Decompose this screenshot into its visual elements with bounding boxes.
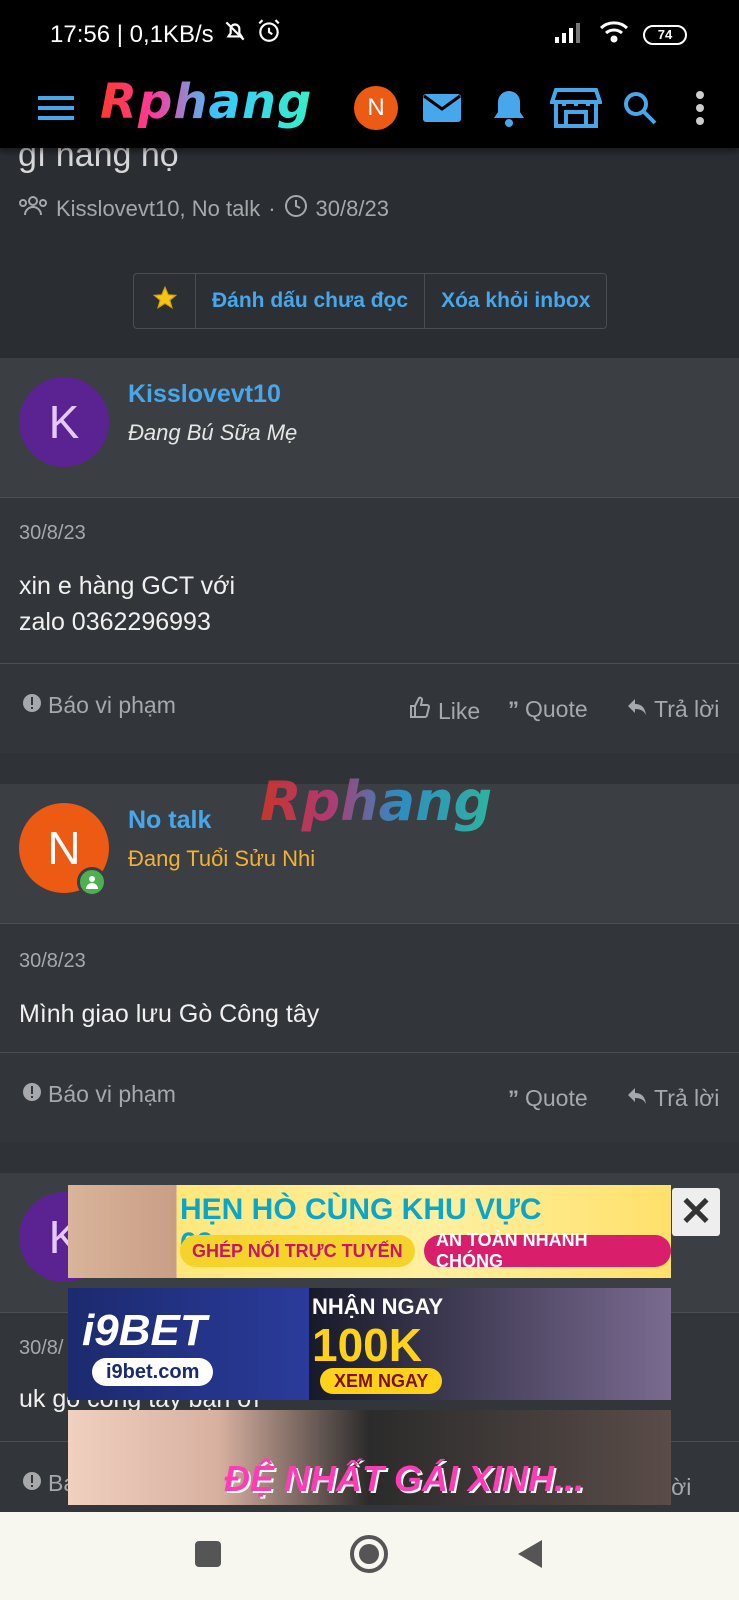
post-footer: Báo vi phạm ” Quote Trả lời	[0, 1052, 739, 1142]
alert-icon	[22, 692, 42, 719]
search-icon[interactable]	[612, 80, 668, 136]
site-logo[interactable]: Rphang	[100, 74, 312, 130]
reply-icon	[626, 1085, 648, 1112]
post-date[interactable]: 30/8/23	[19, 522, 86, 545]
ad-cta: XEM NGAY	[320, 1368, 443, 1394]
ad-banner-dating[interactable]: HẸN HÒ CÙNG KHU VỰC 69xxoo.cc GHÉP NỐI T…	[68, 1185, 671, 1278]
clock-icon	[284, 194, 308, 224]
mail-icon[interactable]	[414, 80, 470, 136]
thread-date: 30/8/23	[315, 196, 389, 221]
system-nav-bar	[0, 1512, 739, 1600]
watermark-logo: Rphang	[260, 770, 493, 833]
bell-icon[interactable]	[481, 80, 537, 136]
post-body: xin e hàng GCT với zalo 0362296993	[19, 572, 236, 636]
ad-pill: GHÉP NỐI TRỰC TUYẾN	[180, 1235, 415, 1267]
report-button[interactable]: Báo vi phạm	[22, 1081, 176, 1108]
signal-icon	[553, 21, 585, 48]
back-triangle-icon	[516, 1538, 544, 1575]
square-icon	[194, 1540, 222, 1573]
message-post: N No talk Đang Tuổi Sửu Nhi 30/8/23 Mình…	[0, 784, 739, 1142]
quote-icon: ”	[508, 696, 519, 722]
home-circle-icon	[349, 1534, 389, 1579]
ad-pill: AN TOÀN NHANH CHÓNG	[424, 1230, 671, 1271]
user-title: Đang Bú Sữa Mẹ	[128, 420, 298, 445]
avatar[interactable]: K	[19, 377, 109, 467]
thread-meta: Kisslovevt10, No talk · 30/8/23	[18, 194, 389, 224]
recents-button[interactable]	[186, 1534, 230, 1578]
close-ad-button[interactable]: ✕	[672, 1188, 720, 1236]
star-icon	[152, 285, 178, 317]
quote-button[interactable]: ” Quote	[508, 1085, 588, 1112]
close-icon: ✕	[679, 1190, 713, 1234]
user-title: Đang Tuổi Sửu Nhi	[128, 846, 316, 871]
reply-icon	[626, 696, 648, 723]
post-body: Mình giao lưu Gò Công tây	[19, 1000, 320, 1028]
home-button[interactable]	[347, 1534, 391, 1578]
post-date[interactable]: 30/8/23	[19, 950, 86, 973]
status-time: 17:56 | 0,1KB/s	[50, 20, 214, 48]
avatar: N	[354, 86, 398, 130]
status-bar: 17:56 | 0,1KB/s 74	[0, 0, 739, 68]
ad-text: ĐỆ NHẤT GÁI XINH...	[224, 1458, 585, 1499]
thread-participants: Kisslovevt10, No talk	[56, 196, 261, 221]
username-link[interactable]: Kisslovevt10	[128, 380, 281, 409]
report-button[interactable]: Báo vi phạm	[22, 692, 176, 719]
bell-off-icon	[222, 18, 248, 51]
post-footer: Báo vi phạm Like ” Quote Trả lời	[0, 663, 739, 753]
app-header: Rphang N	[0, 68, 739, 148]
reply-button[interactable]: Trả lời	[626, 696, 719, 723]
thumbs-up-icon	[408, 696, 432, 726]
post-user-header: K Kisslovevt10 Đang Bú Sữa Mẹ	[0, 358, 739, 498]
ad-domain: i9bet.com	[92, 1358, 214, 1386]
ad-banner-girls[interactable]: ĐỆ NHẤT GÁI XINH...	[68, 1410, 671, 1505]
post-date[interactable]: 30/8/	[19, 1337, 63, 1360]
online-status-icon	[77, 867, 107, 897]
ad-amount: 100K	[312, 1319, 422, 1371]
user-avatar-button[interactable]: N	[348, 80, 404, 136]
quote-icon: ”	[508, 1085, 519, 1111]
users-icon	[18, 195, 48, 223]
message-post: K Kisslovevt10 Đang Bú Sữa Mẹ 30/8/23 xi…	[0, 358, 739, 753]
like-button[interactable]: Like	[408, 696, 480, 726]
more-vertical-icon[interactable]	[672, 80, 728, 136]
battery-indicator: 74	[643, 24, 687, 45]
star-button[interactable]	[134, 274, 196, 328]
menu-icon[interactable]	[28, 80, 84, 136]
leave-inbox-button[interactable]: Xóa khỏi inbox	[425, 274, 606, 328]
ad-brand: i9BET	[82, 1306, 207, 1355]
thread-actions: Đánh dấu chưa đọc Xóa khỏi inbox	[133, 273, 608, 329]
alert-icon	[22, 1470, 42, 1497]
alarm-icon	[256, 18, 282, 51]
back-button[interactable]	[508, 1534, 552, 1578]
username-link[interactable]: No talk	[128, 806, 211, 835]
wifi-icon	[599, 20, 629, 49]
ad-top-text: NHẬN NGAY	[312, 1294, 444, 1319]
quote-button[interactable]: ” Quote	[508, 696, 588, 723]
ad-banner-bet[interactable]: i9BET i9bet.com NHẬN NGAY 100K XEM NGAY	[68, 1288, 671, 1400]
reply-button[interactable]: Trả lời	[626, 1085, 719, 1112]
mark-unread-button[interactable]: Đánh dấu chưa đọc	[196, 274, 426, 328]
store-icon[interactable]	[548, 80, 604, 136]
alert-icon	[22, 1081, 42, 1108]
